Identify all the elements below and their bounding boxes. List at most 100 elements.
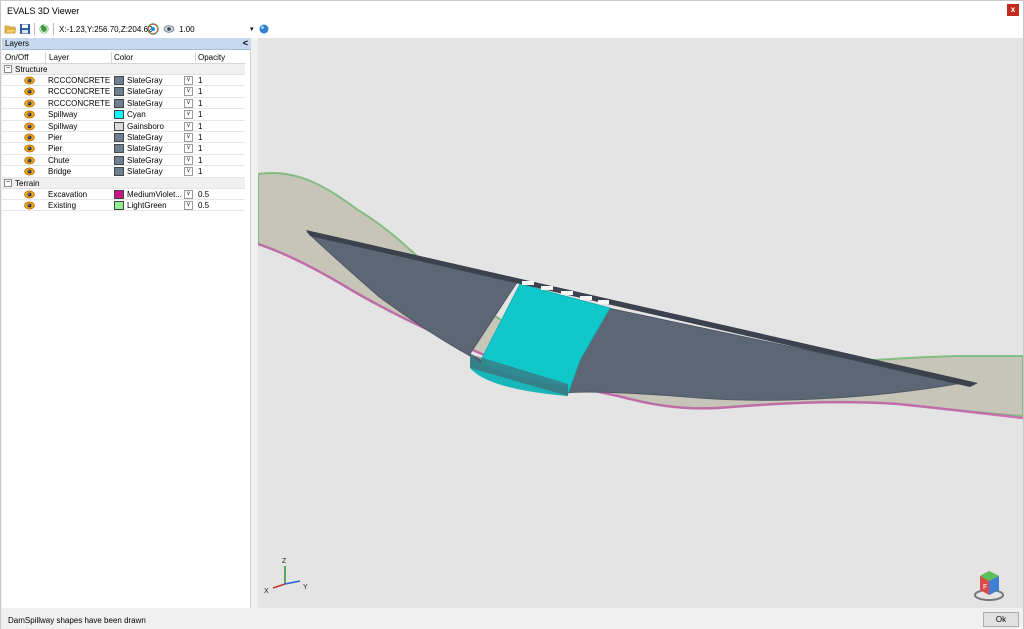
color-swatch[interactable] xyxy=(114,167,124,177)
opacity-value[interactable]: 1 xyxy=(198,99,202,108)
opacity-value[interactable]: 1 xyxy=(198,110,202,119)
color-name: SlateGray xyxy=(127,155,163,165)
color-swatch[interactable] xyxy=(114,155,124,165)
zoom-value[interactable]: 1.00 xyxy=(179,25,195,34)
3d-scene[interactable]: Z X Y F xyxy=(257,38,1024,608)
layer-name: Pier xyxy=(48,132,63,142)
color-name: SlateGray xyxy=(127,87,163,97)
axis-label-y: Y xyxy=(303,584,308,591)
color-swatch[interactable] xyxy=(114,98,124,108)
opacity-value[interactable]: 1 xyxy=(198,122,202,131)
layer-name: Pier xyxy=(48,144,63,154)
opacity-value[interactable]: 1 xyxy=(198,76,202,85)
toolbar-separator xyxy=(34,23,35,35)
opacity-value[interactable]: 1 xyxy=(198,87,202,96)
layer-name: Spillway xyxy=(48,110,78,120)
collapse-group-icon[interactable]: − xyxy=(4,178,12,187)
visibility-eye-icon[interactable] xyxy=(24,76,35,85)
visibility-eye-icon[interactable] xyxy=(24,144,35,153)
color-dropdown-icon[interactable]: ∨ xyxy=(184,110,193,120)
column-header-opacity[interactable]: Opacity xyxy=(198,53,225,62)
color-dropdown-icon[interactable]: ∨ xyxy=(184,98,193,108)
column-header-onoff[interactable]: On/Off xyxy=(5,53,28,62)
layer-row[interactable]: RCCCONCRETE SlateGray ∨ 1 xyxy=(2,75,245,87)
column-separator[interactable] xyxy=(195,52,196,64)
color-swatch[interactable] xyxy=(114,76,124,85)
color-swatch[interactable] xyxy=(114,144,124,154)
color-swatch[interactable] xyxy=(114,110,124,120)
collapse-group-icon[interactable]: − xyxy=(4,65,12,73)
color-dropdown-icon[interactable]: ∨ xyxy=(184,155,193,165)
pier xyxy=(522,281,534,285)
3d-viewport[interactable]: Z X Y F xyxy=(257,38,1024,608)
opacity-value[interactable]: 1 xyxy=(198,133,202,142)
color-dropdown-icon[interactable]: ∨ xyxy=(184,200,193,210)
color-name: SlateGray xyxy=(127,167,163,177)
layers-panel: Layers < On/Off Layer Color Opacity − St… xyxy=(2,38,251,608)
layer-row[interactable]: Spillway Cyan ∨ 1 xyxy=(2,109,245,121)
refresh-icon[interactable] xyxy=(38,23,50,35)
color-dropdown-icon[interactable]: ∨ xyxy=(184,121,193,131)
color-dropdown-icon[interactable]: ∨ xyxy=(184,189,193,199)
layer-row[interactable]: Existing LightGreen ∨ 0.5 xyxy=(2,200,245,212)
axis-label-z: Z xyxy=(282,558,287,565)
ok-button[interactable]: Ok xyxy=(983,612,1019,627)
title-bar: EVALS 3D Viewer x xyxy=(1,1,1023,20)
color-name: SlateGray xyxy=(127,132,163,142)
view-cube-icon[interactable]: F xyxy=(974,571,1004,601)
color-dropdown-icon[interactable]: ∨ xyxy=(184,144,193,154)
layers-panel-title: Layers xyxy=(5,39,30,48)
visibility-eye-icon[interactable] xyxy=(24,99,35,108)
open-folder-icon[interactable] xyxy=(4,23,16,35)
color-swatch[interactable] xyxy=(114,121,124,131)
layer-row[interactable]: RCCCONCRETE SlateGray ∨ 1 xyxy=(2,98,245,110)
column-separator[interactable] xyxy=(111,52,112,64)
color-dropdown-icon[interactable]: ∨ xyxy=(184,167,193,177)
save-icon[interactable] xyxy=(19,23,31,35)
layer-row[interactable]: Pier SlateGray ∨ 1 xyxy=(2,132,245,144)
layer-row[interactable]: Excavation MediumViolet... ∨ 0.5 xyxy=(2,189,245,200)
sphere-icon[interactable] xyxy=(258,23,270,35)
visibility-eye-icon[interactable] xyxy=(24,87,35,96)
layer-row[interactable]: RCCCONCRETE SlateGray ∨ 1 xyxy=(2,86,245,98)
group-row-terrain[interactable]: − Terrain xyxy=(2,177,245,189)
column-header-layer[interactable]: Layer xyxy=(49,53,69,62)
layer-name: RCCCONCRETE xyxy=(48,76,111,85)
zoom-dropdown-arrow[interactable]: ▾ xyxy=(250,25,254,33)
color-swatch[interactable] xyxy=(114,87,124,97)
layer-row[interactable]: Chute SlateGray ∨ 1 xyxy=(2,155,245,167)
color-wheel-icon[interactable] xyxy=(147,23,159,35)
pier xyxy=(598,300,609,304)
layer-name: Bridge xyxy=(48,167,72,177)
opacity-value[interactable]: 0.5 xyxy=(198,201,209,210)
opacity-value[interactable]: 1 xyxy=(198,167,202,176)
visibility-eye-icon[interactable] xyxy=(24,133,35,142)
color-swatch[interactable] xyxy=(114,200,124,210)
layer-row[interactable]: Bridge SlateGray ∨ 1 xyxy=(2,166,245,178)
eye-icon[interactable] xyxy=(163,23,175,35)
pier xyxy=(541,286,553,290)
color-swatch[interactable] xyxy=(114,189,124,199)
color-dropdown-icon[interactable]: ∨ xyxy=(184,76,193,85)
visibility-eye-icon[interactable] xyxy=(24,156,35,165)
color-dropdown-icon[interactable]: ∨ xyxy=(184,132,193,142)
opacity-value[interactable]: 0.5 xyxy=(198,190,209,199)
group-row-structure[interactable]: − Structure xyxy=(2,64,245,75)
color-swatch[interactable] xyxy=(114,132,124,142)
layer-row[interactable]: Spillway Gainsboro ∨ 1 xyxy=(2,121,245,132)
visibility-eye-icon[interactable] xyxy=(24,190,35,199)
layer-row[interactable]: Pier SlateGray ∨ 1 xyxy=(2,143,245,155)
pier xyxy=(580,296,592,300)
collapse-panel-button[interactable]: < xyxy=(243,38,248,48)
visibility-eye-icon[interactable] xyxy=(24,110,35,119)
opacity-value[interactable]: 1 xyxy=(198,156,202,165)
visibility-eye-icon[interactable] xyxy=(24,201,35,210)
column-header-color[interactable]: Color xyxy=(114,53,133,62)
close-button[interactable]: x xyxy=(1007,4,1019,16)
opacity-value[interactable]: 1 xyxy=(198,144,202,153)
column-separator[interactable] xyxy=(45,52,46,64)
visibility-eye-icon[interactable] xyxy=(24,122,35,131)
visibility-eye-icon[interactable] xyxy=(24,167,35,176)
color-dropdown-icon[interactable]: ∨ xyxy=(184,87,193,97)
layers-grid: On/Off Layer Color Opacity − Structure R… xyxy=(2,52,245,212)
